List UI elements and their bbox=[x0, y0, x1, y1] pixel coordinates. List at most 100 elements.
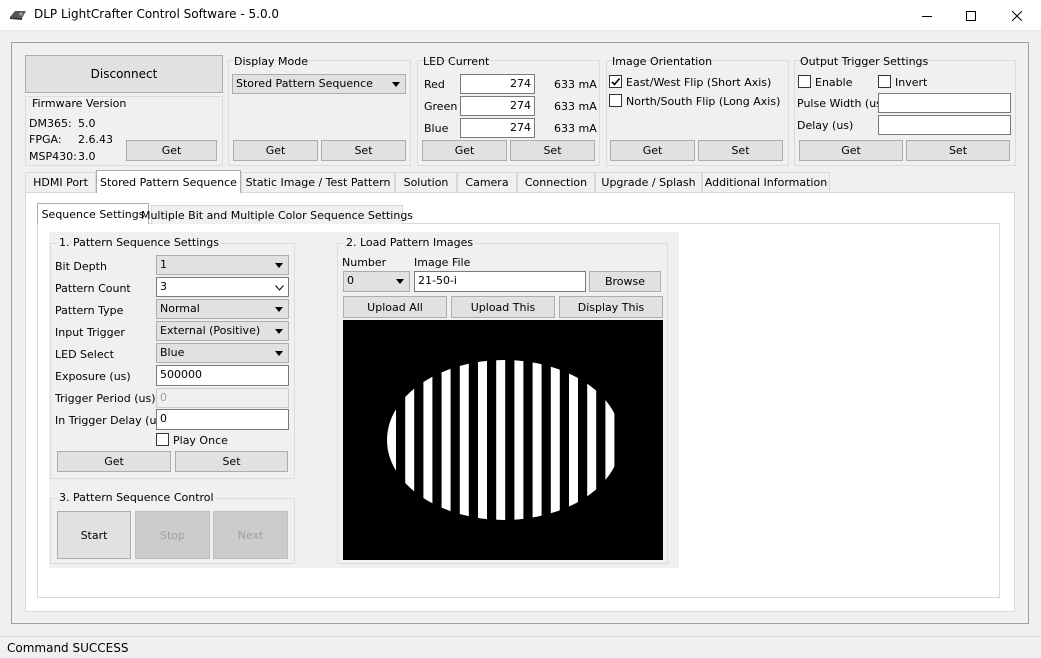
exposure-label: Exposure (us) bbox=[55, 370, 131, 383]
blue-ma-label: 633 mA bbox=[554, 122, 597, 135]
bit-depth-select[interactable]: 1 bbox=[156, 255, 289, 275]
in-trigger-delay-input[interactable]: 0 bbox=[156, 409, 289, 430]
play-once-label: Play Once bbox=[173, 434, 228, 447]
pattern-type-select[interactable]: Normal bbox=[156, 299, 289, 319]
pattern-preview-image bbox=[343, 320, 663, 560]
dm365-label: DM365: bbox=[29, 117, 72, 130]
trigger-set-button[interactable]: Set bbox=[906, 140, 1010, 161]
tab-stored-pattern-sequence[interactable]: Stored Pattern Sequence bbox=[96, 170, 241, 193]
green-label: Green bbox=[424, 100, 458, 113]
fpga-label: FPGA: bbox=[29, 133, 62, 146]
tab-hdmi-port[interactable]: HDMI Port bbox=[25, 172, 96, 192]
pattern-count-label: Pattern Count bbox=[55, 282, 131, 295]
pattern-settings-get-button[interactable]: Get bbox=[57, 451, 171, 472]
delay-input[interactable] bbox=[878, 115, 1011, 135]
display-this-button[interactable]: Display This bbox=[559, 296, 663, 318]
chevron-down-icon bbox=[275, 351, 283, 356]
maximize-button[interactable] bbox=[948, 0, 994, 31]
upload-all-button[interactable]: Upload All bbox=[343, 296, 447, 318]
play-once-checkbox[interactable] bbox=[156, 433, 169, 446]
red-label: Red bbox=[424, 78, 445, 91]
subtab-sequence-settings[interactable]: Sequence Settings bbox=[37, 203, 149, 224]
pattern-type-value: Normal bbox=[160, 302, 200, 315]
chevron-down-icon bbox=[275, 307, 283, 312]
number-select[interactable]: 0 bbox=[343, 271, 410, 292]
disconnect-button[interactable]: Disconnect bbox=[25, 55, 223, 93]
bit-depth-value: 1 bbox=[160, 258, 167, 271]
trigger-invert-label: Invert bbox=[895, 76, 928, 89]
pattern-settings-title: 1. Pattern Sequence Settings bbox=[57, 236, 221, 249]
output-trigger-title: Output Trigger Settings bbox=[800, 55, 929, 68]
input-trigger-select[interactable]: External (Positive) bbox=[156, 321, 289, 341]
image-orientation-title: Image Orientation bbox=[612, 55, 713, 68]
close-button[interactable] bbox=[994, 0, 1040, 31]
maximize-icon bbox=[966, 10, 976, 21]
browse-button[interactable]: Browse bbox=[589, 271, 661, 292]
led-select-label: LED Select bbox=[55, 348, 114, 361]
display-mode-title: Display Mode bbox=[234, 55, 309, 68]
firmware-version-title: Firmware Version bbox=[32, 97, 127, 110]
north-south-flip-checkbox[interactable] bbox=[609, 94, 622, 107]
pattern-settings-set-button[interactable]: Set bbox=[175, 451, 288, 472]
minimize-button[interactable] bbox=[904, 0, 950, 31]
led-current-set-button[interactable]: Set bbox=[510, 140, 595, 161]
pattern-type-label: Pattern Type bbox=[55, 304, 124, 317]
trigger-enable-label: Enable bbox=[815, 76, 853, 89]
tab-camera[interactable]: Camera bbox=[457, 172, 517, 192]
trigger-get-button[interactable]: Get bbox=[799, 140, 903, 161]
red-current-input[interactable]: 274 bbox=[460, 74, 535, 94]
upload-this-button[interactable]: Upload This bbox=[451, 296, 555, 318]
blue-current-input[interactable]: 274 bbox=[460, 118, 535, 138]
title-bar: DLP LightCrafter Control Software - 5.0.… bbox=[0, 0, 1041, 31]
red-ma-label: 633 mA bbox=[554, 78, 597, 91]
firmware-get-button[interactable]: Get bbox=[126, 140, 217, 161]
close-icon bbox=[1012, 10, 1022, 21]
delay-label: Delay (us) bbox=[797, 119, 854, 132]
exposure-input[interactable]: 500000 bbox=[156, 365, 289, 386]
chevron-down-icon bbox=[396, 279, 404, 284]
load-images-title: 2. Load Pattern Images bbox=[344, 236, 476, 249]
display-mode-get-button[interactable]: Get bbox=[233, 140, 318, 161]
window-title: DLP LightCrafter Control Software - 5.0.… bbox=[34, 7, 280, 21]
tab-static-image[interactable]: Static Image / Test Pattern bbox=[241, 172, 395, 192]
led-current-get-button[interactable]: Get bbox=[422, 140, 507, 161]
tab-solution[interactable]: Solution bbox=[395, 172, 457, 192]
pattern-count-select[interactable]: 3 bbox=[156, 277, 289, 297]
trigger-period-input[interactable]: 0 bbox=[156, 388, 289, 408]
display-mode-set-button[interactable]: Set bbox=[321, 140, 406, 161]
orientation-get-button[interactable]: Get bbox=[610, 140, 695, 161]
tab-additional-information[interactable]: Additional Information bbox=[702, 172, 830, 192]
next-button[interactable]: Next bbox=[213, 511, 288, 559]
fpga-value: 2.6.43 bbox=[78, 133, 113, 146]
image-file-label: Image File bbox=[414, 256, 471, 269]
start-button[interactable]: Start bbox=[57, 511, 131, 559]
in-trigger-delay-label: In Trigger Delay (us) bbox=[55, 414, 167, 427]
subtab-multiple-bit-color[interactable]: Multiple Bit and Multiple Color Sequence… bbox=[141, 205, 413, 224]
input-trigger-value: External (Positive) bbox=[160, 324, 261, 337]
led-select-select[interactable]: Blue bbox=[156, 343, 289, 363]
chevron-down-icon bbox=[275, 263, 283, 268]
checkmark-icon bbox=[611, 77, 621, 86]
trigger-period-label: Trigger Period (us) bbox=[55, 392, 156, 405]
tab-upgrade-splash[interactable]: Upgrade / Splash bbox=[595, 172, 702, 192]
image-file-input[interactable]: 21-50-i bbox=[414, 271, 586, 292]
trigger-enable-checkbox[interactable] bbox=[798, 75, 811, 88]
tab-connection[interactable]: Connection bbox=[517, 172, 595, 192]
trigger-invert-checkbox[interactable] bbox=[878, 75, 891, 88]
number-value: 0 bbox=[347, 274, 354, 287]
pulse-width-input[interactable] bbox=[878, 93, 1011, 113]
chevron-down-icon bbox=[275, 329, 283, 334]
status-bar: Command SUCCESS bbox=[0, 636, 1041, 658]
east-west-flip-checkbox[interactable] bbox=[609, 75, 622, 88]
pattern-count-value: 3 bbox=[160, 280, 167, 293]
msp430-label: MSP430: bbox=[29, 150, 77, 163]
pulse-width-label: Pulse Width (us) bbox=[797, 97, 887, 110]
green-current-input[interactable]: 274 bbox=[460, 96, 535, 116]
orientation-set-button[interactable]: Set bbox=[698, 140, 783, 161]
pattern-control-title: 3. Pattern Sequence Control bbox=[57, 491, 216, 504]
stop-button[interactable]: Stop bbox=[135, 511, 210, 559]
display-mode-select[interactable]: Stored Pattern Sequence bbox=[232, 74, 406, 94]
display-mode-value: Stored Pattern Sequence bbox=[236, 77, 373, 90]
status-text: Command SUCCESS bbox=[7, 641, 129, 655]
chevron-down-icon bbox=[392, 82, 400, 87]
